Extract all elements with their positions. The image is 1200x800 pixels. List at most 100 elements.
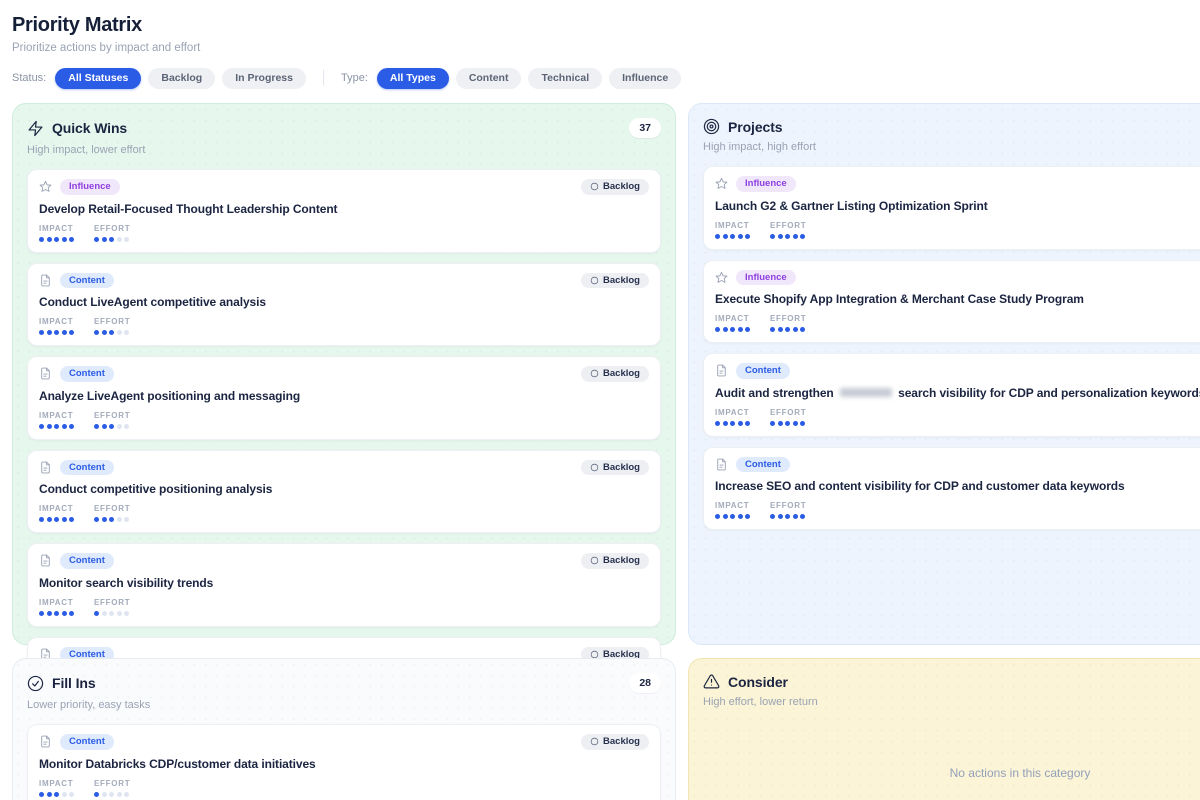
rating-dot bbox=[124, 792, 129, 797]
rating-dot bbox=[69, 792, 74, 797]
status-chip: Backlog bbox=[581, 734, 649, 750]
rating-dot bbox=[800, 327, 805, 332]
rating-dot bbox=[54, 792, 59, 797]
card-title-prefix: Audit and strengthen bbox=[715, 386, 837, 400]
status-filter-pill-backlog[interactable]: Backlog bbox=[148, 68, 215, 89]
quadrant-title: Fill Ins bbox=[52, 675, 96, 691]
effort-metric: EFFORT bbox=[94, 504, 130, 522]
card-top-row: ContentBacklog bbox=[39, 366, 649, 382]
impact-label: IMPACT bbox=[39, 779, 74, 788]
impact-label: IMPACT bbox=[39, 224, 74, 233]
action-card[interactable]: ContentIncrease SEO and content visibili… bbox=[703, 447, 1200, 531]
rating-dot bbox=[54, 611, 59, 616]
impact-metric: IMPACT bbox=[39, 779, 74, 797]
action-card[interactable]: InfluenceBacklog Develop Retail-Focused T… bbox=[27, 169, 661, 253]
empty-state-message: No actions in this category bbox=[703, 766, 1200, 780]
card-top-row: InfluenceBacklog bbox=[39, 179, 649, 195]
status-circle-icon bbox=[590, 182, 599, 191]
status-chip: Backlog bbox=[581, 460, 649, 476]
rating-dot bbox=[124, 424, 129, 429]
rating-dot bbox=[738, 327, 743, 332]
card-metrics: IMPACTEFFORT bbox=[715, 501, 1200, 519]
effort-dots bbox=[94, 424, 130, 429]
rating-dot bbox=[730, 421, 735, 426]
type-filter-label: Type: bbox=[341, 72, 368, 84]
rating-dot bbox=[730, 327, 735, 332]
rating-dot bbox=[785, 514, 790, 519]
action-card[interactable]: ContentBacklogMonitor Databricks CDP/cus… bbox=[27, 724, 661, 800]
rating-dot bbox=[770, 421, 775, 426]
rating-dot bbox=[124, 517, 129, 522]
impact-metric: IMPACT bbox=[715, 408, 750, 426]
quadrant-title: Consider bbox=[728, 674, 788, 690]
card-title: Develop Retail-Focused Thought Leadershi… bbox=[39, 202, 649, 216]
card-title: Conduct competitive positioning analysis bbox=[39, 482, 649, 496]
rating-dot bbox=[54, 237, 59, 242]
impact-label: IMPACT bbox=[39, 317, 74, 326]
action-card[interactable]: InfluenceLaunch G2 & Gartner Listing Opt… bbox=[703, 166, 1200, 250]
action-card[interactable]: InfluenceExecute Shopify App Integration… bbox=[703, 260, 1200, 344]
card-list: InfluenceLaunch G2 & Gartner Listing Opt… bbox=[703, 166, 1200, 530]
quadrant-header: Fill Ins28 bbox=[27, 673, 661, 693]
rating-dot bbox=[730, 234, 735, 239]
effort-dots bbox=[770, 421, 806, 426]
rating-dot bbox=[117, 611, 122, 616]
quadrant-fill-ins: Fill Ins28Lower priority, easy tasksCont… bbox=[12, 658, 676, 800]
file-icon bbox=[715, 364, 728, 377]
impact-dots bbox=[39, 330, 74, 335]
card-metrics: IMPACT EFFORT bbox=[715, 408, 1200, 426]
rating-dot bbox=[785, 421, 790, 426]
rating-dot bbox=[94, 792, 99, 797]
action-card[interactable]: ContentAudit and strengthen search visib… bbox=[703, 353, 1200, 437]
impact-metric: IMPACT bbox=[39, 504, 74, 522]
card-metrics: IMPACT EFFORT bbox=[39, 504, 649, 522]
effort-metric: EFFORT bbox=[770, 221, 806, 239]
rating-dot bbox=[109, 237, 114, 242]
rating-dot bbox=[62, 237, 67, 242]
rating-dot bbox=[39, 792, 44, 797]
status-filter-pill-in-progress[interactable]: In Progress bbox=[222, 68, 306, 89]
status-chip: Backlog bbox=[581, 273, 649, 289]
status-label: Backlog bbox=[603, 276, 640, 286]
action-card[interactable]: ContentBacklogAnalyze LiveAgent position… bbox=[27, 356, 661, 440]
type-filter-pill-influence[interactable]: Influence bbox=[609, 68, 681, 89]
rating-dot bbox=[738, 234, 743, 239]
card-list: InfluenceBacklog Develop Retail-Focused T… bbox=[27, 169, 661, 720]
rating-dot bbox=[730, 514, 735, 519]
action-card[interactable]: ContentBacklogMonitor search visibility … bbox=[27, 543, 661, 627]
rating-dot bbox=[47, 424, 52, 429]
card-title: Execute Shopify App Integration & Mercha… bbox=[715, 292, 1200, 306]
effort-label: EFFORT bbox=[770, 314, 806, 323]
rating-dot bbox=[715, 234, 720, 239]
rating-dot bbox=[102, 330, 107, 335]
rating-dot bbox=[778, 514, 783, 519]
type-badge: Content bbox=[60, 366, 114, 382]
type-filter-pill-all-types[interactable]: All Types bbox=[377, 68, 449, 89]
effort-label: EFFORT bbox=[94, 779, 130, 788]
type-badge: Content bbox=[60, 553, 114, 569]
card-list: ContentBacklogMonitor Databricks CDP/cus… bbox=[27, 724, 661, 800]
card-metrics: IMPACTEFFORT bbox=[715, 314, 1200, 332]
filter-bar: Status: All StatusesBacklogIn Progress T… bbox=[12, 68, 681, 89]
card-metrics: IMPACTEFFORT bbox=[39, 317, 649, 335]
type-filter-pill-technical[interactable]: Technical bbox=[528, 68, 602, 89]
type-badge: Content bbox=[60, 273, 114, 289]
type-filter-pill-content[interactable]: Content bbox=[456, 68, 522, 89]
action-card[interactable]: ContentBacklogConduct competitive positi… bbox=[27, 450, 661, 534]
impact-dots bbox=[39, 517, 74, 522]
rating-dot bbox=[117, 237, 122, 242]
effort-label: EFFORT bbox=[770, 408, 806, 417]
action-card[interactable]: ContentBacklogConduct LiveAgent competit… bbox=[27, 263, 661, 347]
rating-dot bbox=[69, 611, 74, 616]
rating-dot bbox=[39, 611, 44, 616]
rating-dot bbox=[39, 424, 44, 429]
rating-dot bbox=[715, 421, 720, 426]
rating-dot bbox=[109, 792, 114, 797]
rating-dot bbox=[39, 517, 44, 522]
rating-dot bbox=[785, 327, 790, 332]
rating-dot bbox=[94, 237, 99, 242]
effort-metric: EFFORT bbox=[94, 779, 130, 797]
type-badge: Content bbox=[736, 363, 790, 379]
status-chip: Backlog bbox=[581, 553, 649, 569]
status-filter-pill-all-statuses[interactable]: All Statuses bbox=[55, 68, 141, 89]
